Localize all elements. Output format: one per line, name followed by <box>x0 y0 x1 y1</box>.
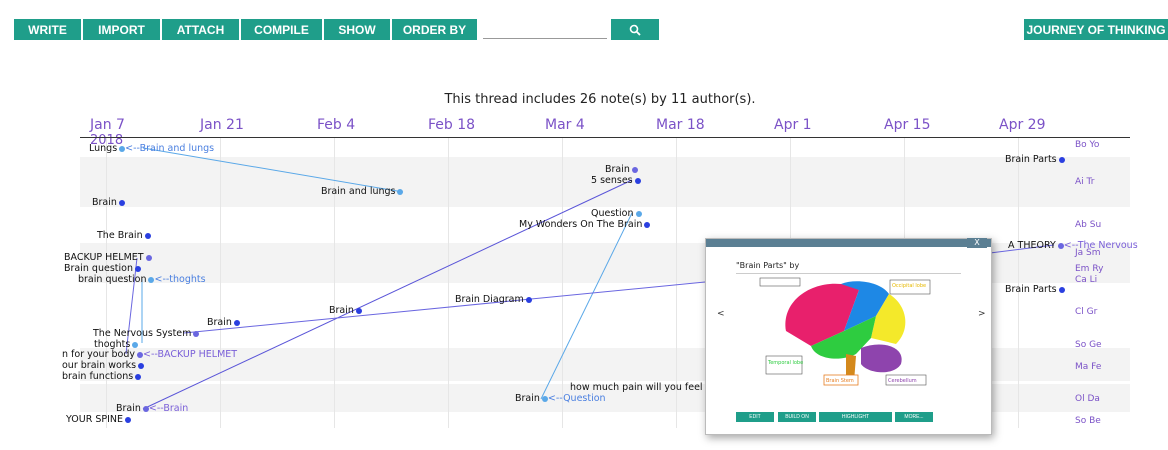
note[interactable]: Brain Parts <box>1005 284 1065 295</box>
note[interactable]: Lungs <--Brain and lungs <box>89 143 214 154</box>
note[interactable]: The Brain <box>97 230 151 241</box>
image-label-brainstem: Brain Stem <box>826 378 854 384</box>
note[interactable]: Brain <box>605 164 638 175</box>
note[interactable]: Brain Diagram <box>455 294 532 305</box>
note[interactable]: A THEORY <--The Nervous <box>1008 240 1138 251</box>
prev-arrow-icon[interactable]: < <box>717 309 725 319</box>
image-label-temporal: Temporal lobe <box>767 360 803 366</box>
note[interactable]: our brain works <box>62 360 145 371</box>
highlight-button[interactable]: HIGHLIGHT <box>819 412 892 422</box>
popup-title: "Brain Parts" by <box>736 261 800 270</box>
image-label-occipital: Occipital lobe <box>892 283 926 289</box>
note[interactable]: YOUR SPINE <box>66 414 132 425</box>
link-line <box>540 212 633 400</box>
popup-title-bar <box>706 239 991 247</box>
note[interactable]: BACKUP HELMET <box>64 252 152 263</box>
note[interactable]: 5 senses <box>591 175 641 186</box>
next-arrow-icon[interactable]: > <box>978 309 986 319</box>
note[interactable]: brain functions <box>62 371 142 382</box>
link-line <box>183 281 706 334</box>
timeline-view: Jan 7 Jan 21 Feb 4 Feb 18 Mar 4 Mar 18 A… <box>0 0 1168 450</box>
note[interactable]: brain question <--thoghts <box>78 274 206 285</box>
note[interactable]: Question <box>591 208 642 219</box>
note[interactable]: Brain <box>207 317 240 328</box>
note[interactable]: Brain and lungs <box>321 186 404 197</box>
edit-button[interactable]: EDIT <box>736 412 774 422</box>
note[interactable]: Brain Parts <box>1005 154 1065 165</box>
note[interactable]: My Wonders On The Brain <box>519 219 651 230</box>
more-button[interactable]: MORE... <box>895 412 933 422</box>
note[interactable]: Brain <box>329 305 362 316</box>
note[interactable]: Brain <box>92 197 125 208</box>
note[interactable]: Brain <--Brain <box>116 403 188 414</box>
note-preview-popup: X "Brain Parts" by < > Temporal lobe Bra… <box>705 238 992 435</box>
build-on-button[interactable]: BUILD ON <box>778 412 816 422</box>
note[interactable]: how much pain will you feel <box>570 382 711 393</box>
note[interactable]: Brain question <box>64 263 141 274</box>
brain-diagram-image: Temporal lobe Brain Stem Cerebellum Occi… <box>756 276 936 394</box>
divider <box>736 273 961 274</box>
link-line <box>142 179 633 410</box>
note[interactable]: Brain <--Question <box>515 393 606 404</box>
note[interactable]: n for your body <--BACKUP HELMET <box>62 349 237 360</box>
note[interactable]: The Nervous System <box>93 328 200 339</box>
close-button[interactable]: X <box>967 238 987 248</box>
image-label-cerebellum: Cerebellum <box>888 378 917 384</box>
